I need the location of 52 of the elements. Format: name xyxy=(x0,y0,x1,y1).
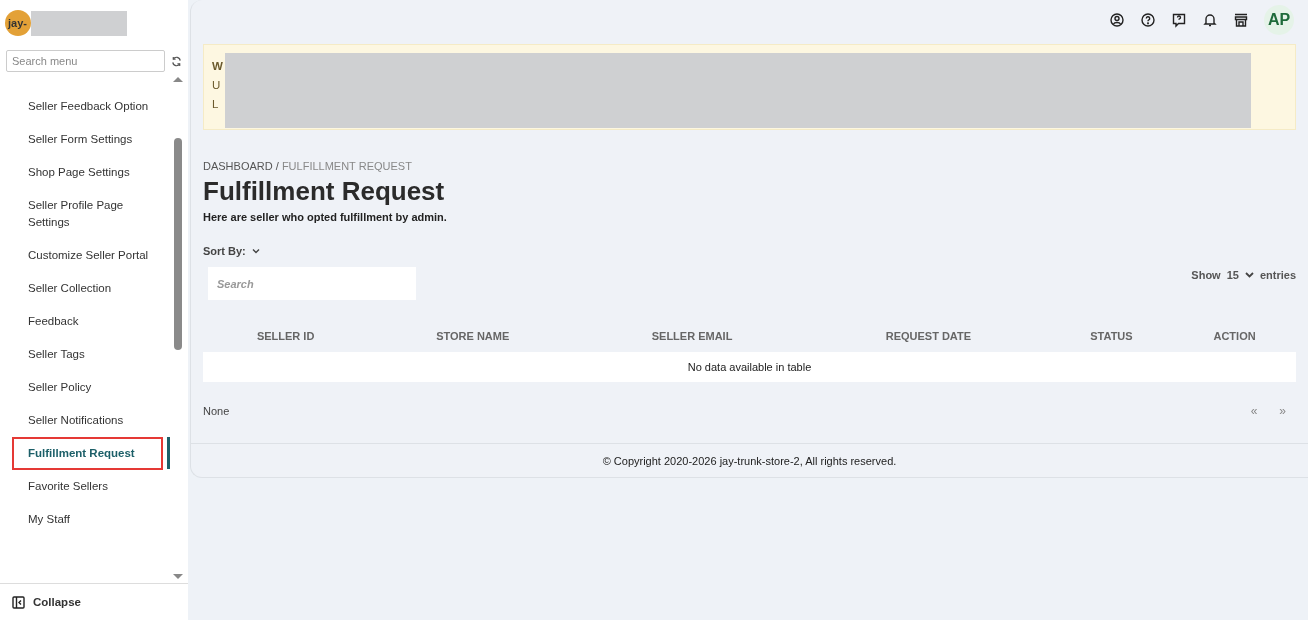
column-header: REQUEST DATE xyxy=(806,320,1050,352)
menu-item[interactable]: Seller Feedback Option xyxy=(12,90,163,123)
column-header: SELLER ID xyxy=(203,320,369,352)
menu-item[interactable]: Seller Profile Page Settings xyxy=(12,189,163,239)
menu-item[interactable]: Seller Notifications xyxy=(12,404,163,437)
column-header: SELLER EMAIL xyxy=(577,320,807,352)
banner-text: L xyxy=(212,97,220,112)
menu-item[interactable]: Seller Collection xyxy=(12,272,163,305)
page-title: Fulfillment Request xyxy=(203,176,446,207)
scrollbar-thumb[interactable] xyxy=(174,138,182,350)
user-avatar[interactable]: AP xyxy=(1264,5,1294,35)
search-field[interactable]: Search menu xyxy=(6,50,165,72)
copyright-text: © Copyright 2020-2026 jay-trunk-store-2, All rights reserved. xyxy=(191,443,1308,477)
column-header: STORE NAME xyxy=(368,320,578,352)
chevron-down-icon[interactable] xyxy=(251,248,260,254)
menu-item[interactable]: Shop Page Settings xyxy=(12,156,163,189)
show-label: Show xyxy=(1191,269,1221,281)
empty-table-message: No data available in table xyxy=(203,352,1296,382)
menu-item[interactable]: Seller Policy xyxy=(12,371,163,404)
collapse-icon[interactable] xyxy=(12,595,25,609)
collapse-button[interactable]: Collapse xyxy=(33,596,81,608)
menu-item[interactable]: Seller Form Settings xyxy=(12,123,163,156)
menu-item[interactable]: Seller Tags xyxy=(12,338,163,371)
menu-item[interactable]: Feedback xyxy=(12,305,163,338)
page-subtitle: Here are seller who opted fulfillment by admin. xyxy=(203,211,448,223)
store-icon[interactable] xyxy=(1233,12,1249,28)
user-icon[interactable] xyxy=(1109,12,1125,28)
help-icon[interactable] xyxy=(1140,12,1156,28)
store-logo: jay- xyxy=(5,10,31,36)
breadcrumb-link[interactable]: DASHBOARD xyxy=(203,160,273,172)
menu-item[interactable]: Fulfillment Request xyxy=(12,437,163,470)
sort-by-label: Sort By: xyxy=(203,245,246,257)
menu-item[interactable]: My Staff xyxy=(12,503,163,536)
refresh-icon[interactable] xyxy=(171,55,182,67)
menu-item[interactable]: Customize Seller Portal xyxy=(12,239,163,272)
scroll-down-icon[interactable] xyxy=(173,574,183,579)
menu-item[interactable]: Favorite Sellers xyxy=(12,470,163,503)
entries-label: entries xyxy=(1259,269,1296,281)
banner-text: U xyxy=(212,78,222,93)
chat-help-icon[interactable] xyxy=(1171,12,1187,28)
chevron-down-icon[interactable] xyxy=(1244,272,1254,278)
search-field[interactable]: Search xyxy=(208,267,416,300)
column-header: STATUS xyxy=(1049,320,1174,352)
banner-text: W xyxy=(212,59,224,74)
active-indicator xyxy=(167,437,170,469)
scroll-up-icon[interactable] xyxy=(173,77,183,82)
entries-select[interactable]: 15 xyxy=(1226,269,1239,281)
breadcrumb-separator: / xyxy=(275,160,279,172)
breadcrumb-current: FULFILLMENT REQUEST xyxy=(281,160,412,172)
column-header: ACTION xyxy=(1173,320,1296,352)
table-info: None xyxy=(203,405,230,417)
bell-icon[interactable] xyxy=(1202,12,1218,28)
